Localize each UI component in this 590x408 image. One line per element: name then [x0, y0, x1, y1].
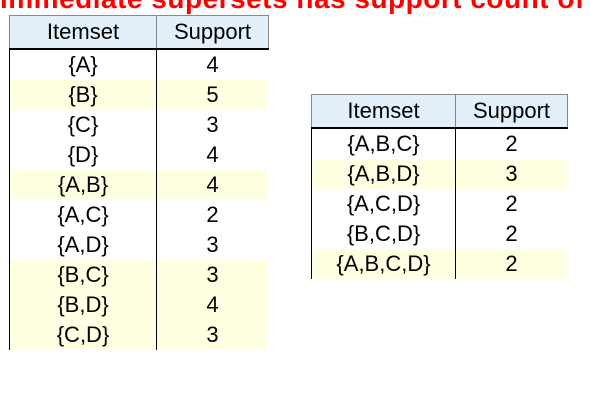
itemset-cell: {B,C,D}	[311, 219, 456, 249]
table-header-row: Itemset Support	[9, 15, 269, 50]
itemset-cell: {A,B,C}	[311, 128, 456, 159]
table-row: {A,C} 2	[9, 200, 269, 230]
table-row: {B} 5	[9, 80, 269, 110]
itemset-cell: {A}	[9, 49, 157, 80]
itemset-cell: {A,C}	[9, 200, 157, 230]
support-cell: 3	[156, 110, 269, 140]
header-itemset: Itemset	[9, 15, 157, 50]
support-cell: 3	[156, 260, 269, 290]
itemset-cell: {C,D}	[9, 320, 157, 350]
support-cell: 3	[156, 320, 269, 350]
support-cell: 2	[455, 249, 568, 279]
support-cell: 4	[156, 290, 269, 320]
support-cell: 5	[156, 80, 269, 110]
table-row: {A,C,D} 2	[311, 189, 568, 219]
support-cell: 3	[156, 230, 269, 260]
table-row: {A,B,C} 2	[311, 128, 568, 159]
itemset-support-table-left: Itemset Support {A} 4 {B} 5 {C} 3 {D} 4 {A,B…	[9, 15, 269, 350]
itemset-cell: {C}	[9, 110, 157, 140]
header-support: Support	[156, 15, 269, 50]
support-cell: 2	[455, 189, 568, 219]
itemset-cell: {A,D}	[9, 230, 157, 260]
support-cell: 3	[455, 159, 568, 189]
table-row: {A,B,C,D} 2	[311, 249, 568, 279]
table-row: {B,C} 3	[9, 260, 269, 290]
table-row: {A,B,D} 3	[311, 159, 568, 189]
table-row: {B,C,D} 2	[311, 219, 568, 249]
header-support: Support	[455, 94, 568, 129]
support-cell: 2	[156, 200, 269, 230]
table-row: {D} 4	[9, 140, 269, 170]
itemset-cell: {A,C,D}	[311, 189, 456, 219]
itemset-cell: {B,C}	[9, 260, 157, 290]
itemset-cell: {B,D}	[9, 290, 157, 320]
itemset-cell: {D}	[9, 140, 157, 170]
table-row: {C} 3	[9, 110, 269, 140]
support-cell: 4	[156, 49, 269, 80]
table-row: {A,B} 4	[9, 170, 269, 200]
table-row: {C,D} 3	[9, 320, 269, 350]
itemset-support-table-right: Itemset Support {A,B,C} 2 {A,B,D} 3 {A,C,D…	[311, 94, 568, 279]
support-cell: 2	[455, 128, 568, 159]
support-cell: 4	[156, 170, 269, 200]
table-row: {A,D} 3	[9, 230, 269, 260]
table-row: {A} 4	[9, 49, 269, 80]
itemset-cell: {A,B,D}	[311, 159, 456, 189]
table-header-row: Itemset Support	[311, 94, 568, 129]
itemset-cell: {B}	[9, 80, 157, 110]
support-cell: 4	[156, 140, 269, 170]
itemset-cell: {A,B,C,D}	[311, 249, 456, 279]
table-row: {B,D} 4	[9, 290, 269, 320]
slide-heading: immediate supersets has support count of	[0, 0, 585, 16]
itemset-cell: {A,B}	[9, 170, 157, 200]
support-cell: 2	[455, 219, 568, 249]
header-itemset: Itemset	[311, 94, 456, 129]
